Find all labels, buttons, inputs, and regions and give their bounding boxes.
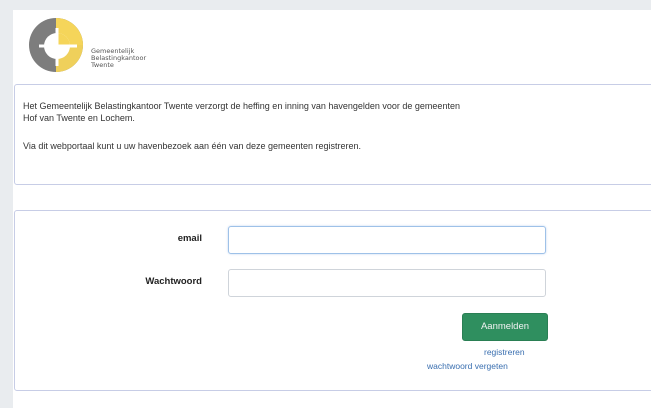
forgot-password-link[interactable]: wachtwoord vergeten bbox=[427, 361, 547, 371]
logo-text: Gemeentelijk Belastingkantoor Twente bbox=[91, 48, 146, 69]
intro-panel: Het Gemeentelijk Belastingkantoor Twente… bbox=[14, 84, 651, 185]
email-label: email bbox=[177, 233, 202, 244]
login-button[interactable]: Aanmelden bbox=[462, 313, 548, 341]
logo: Gemeentelijk Belastingkantoor Twente bbox=[27, 16, 197, 72]
logo-mark-icon bbox=[29, 18, 83, 72]
intro-paragraph-1: Het Gemeentelijk Belastingkantoor Twente… bbox=[23, 100, 460, 124]
intro-paragraph-2: Via dit webportaal kunt u uw havenbezoek… bbox=[23, 141, 362, 151]
login-panel: email Wachtwoord Aanmelden registreren w… bbox=[14, 210, 651, 391]
intro-line-2: Hof van Twente en Lochem. bbox=[23, 113, 135, 123]
register-link[interactable]: registreren bbox=[484, 347, 547, 357]
logo-line-3: Twente bbox=[91, 61, 114, 69]
password-field[interactable] bbox=[228, 269, 546, 297]
intro-line-1: Het Gemeentelijk Belastingkantoor Twente… bbox=[23, 101, 460, 111]
email-field[interactable] bbox=[228, 226, 546, 254]
password-label: Wachtwoord bbox=[145, 276, 202, 287]
